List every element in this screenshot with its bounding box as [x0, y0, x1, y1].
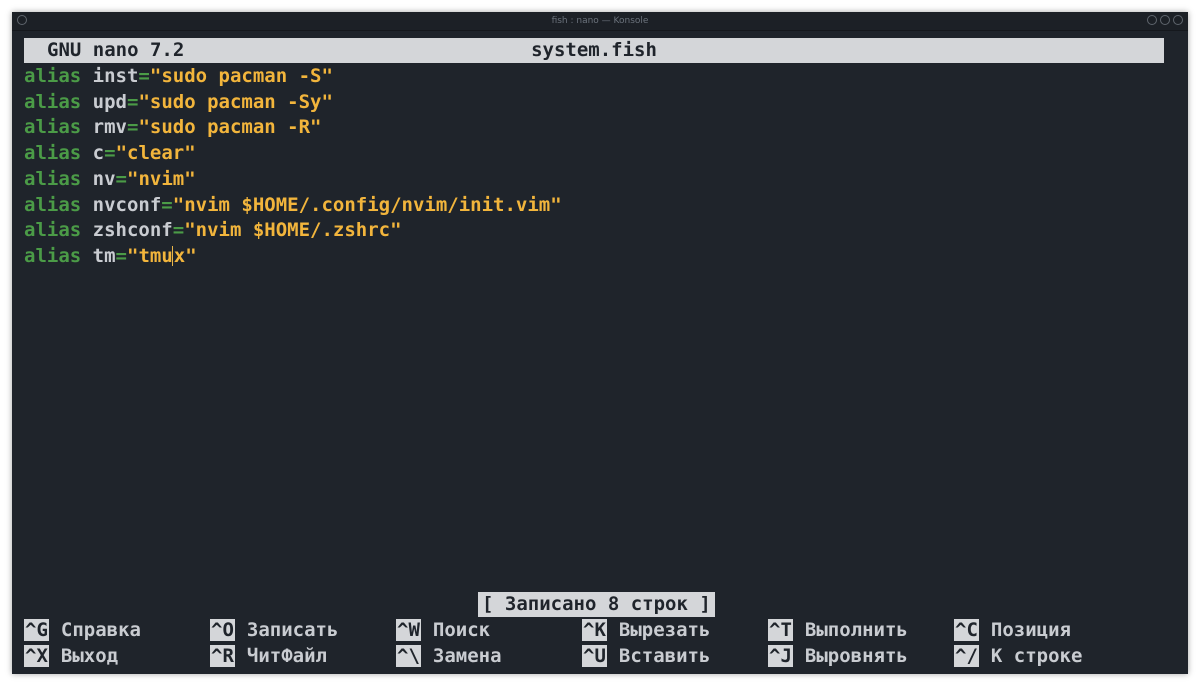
status-message: [ Записано 8 строк ]	[478, 592, 715, 617]
alias-value: "clear"	[115, 142, 196, 164]
shortcut-key: ^U	[582, 645, 607, 667]
shortcut-execute[interactable]: ^T Выполнить	[768, 618, 908, 643]
alias-value: "nvim"	[127, 168, 196, 190]
shortcut-key: ^W	[396, 619, 421, 641]
alias-name: rmv	[92, 116, 127, 138]
alias-value-after-cursor: x"	[173, 245, 197, 267]
shortcut-go-to-line[interactable]: ^/ К строке	[954, 644, 1082, 669]
shortcut-label: Поиск	[432, 619, 491, 641]
editor-line-4[interactable]: alias c="clear"	[24, 141, 196, 166]
shortcut-help[interactable]: ^G Справка	[24, 618, 141, 643]
alias-value-before-cursor: "tmu	[127, 245, 173, 267]
konsole-window: fish : nano — Konsole GNU nano 7.2 syste…	[12, 12, 1188, 674]
equals-sign: =	[115, 168, 127, 190]
close-icon[interactable]	[1173, 15, 1183, 25]
shortcut-read-file[interactable]: ^R ЧитФайл	[210, 644, 327, 669]
shortcut-key: ^J	[768, 645, 793, 667]
window-titlebar[interactable]: fish : nano — Konsole	[12, 12, 1188, 31]
equals-sign: =	[104, 142, 116, 164]
shortcut-search[interactable]: ^W Поиск	[396, 618, 490, 643]
alias-name: nv	[92, 168, 116, 190]
shortcut-label: Справка	[60, 619, 141, 641]
shortcut-key: ^\	[396, 645, 421, 667]
nano-title-bar: GNU nano 7.2 system.fish	[24, 38, 1164, 63]
alias-name: nvconf	[92, 194, 162, 216]
alias-name: zshconf	[92, 219, 173, 241]
shortcut-label: Замена	[432, 645, 502, 667]
shortcut-label: ЧитФайл	[246, 645, 327, 667]
alias-keyword: alias	[24, 65, 82, 87]
shortcut-label: Вставить	[618, 645, 711, 667]
equals-sign: =	[172, 219, 185, 241]
shortcut-key: ^G	[24, 619, 49, 641]
terminal-area[interactable]: GNU nano 7.2 system.fish alias inst="sud…	[24, 38, 1164, 668]
equals-sign: =	[126, 91, 139, 113]
shortcut-key: ^O	[210, 619, 235, 641]
shortcut-location[interactable]: ^C Позиция	[954, 618, 1071, 643]
editor-line-8[interactable]: alias tm="tmux"	[24, 244, 197, 269]
alias-name: c	[92, 142, 105, 164]
shortcut-key: ^T	[768, 619, 793, 641]
equals-sign: =	[126, 116, 139, 138]
alias-value: "nvim $HOME/.zshrc"	[184, 219, 402, 241]
file-name: system.fish	[531, 39, 657, 61]
shortcut-exit[interactable]: ^X Выход	[24, 644, 118, 669]
alias-keyword: alias	[24, 91, 82, 113]
alias-name: inst	[92, 65, 139, 87]
equals-sign: =	[115, 245, 127, 267]
shortcut-label: Позиция	[990, 619, 1071, 641]
alias-keyword: alias	[24, 219, 82, 241]
equals-sign: =	[161, 194, 173, 216]
shortcut-replace[interactable]: ^\ Замена	[396, 644, 502, 669]
shortcut-cut[interactable]: ^K Вырезать	[582, 618, 710, 643]
alias-value: "sudo pacman -Sy"	[138, 91, 333, 113]
alias-name: upd	[92, 91, 127, 113]
text-cursor	[171, 246, 173, 266]
alias-name: tm	[92, 245, 116, 267]
alias-keyword: alias	[24, 116, 82, 138]
shortcut-key: ^K	[582, 619, 607, 641]
shortcut-paste[interactable]: ^U Вставить	[582, 644, 710, 669]
editor-line-6[interactable]: alias nvconf="nvim $HOME/.config/nvim/in…	[24, 193, 562, 218]
alias-value: "sudo pacman -S"	[149, 65, 333, 87]
shortcut-label: Записать	[246, 619, 339, 641]
shortcut-label: Выполнить	[804, 619, 908, 641]
alias-value: "sudo pacman -R"	[138, 116, 322, 138]
shortcut-label: Выровнять	[804, 645, 908, 667]
shortcut-key: ^/	[954, 645, 979, 667]
shortcut-key: ^C	[954, 619, 979, 641]
editor-line-3[interactable]: alias rmv="sudo pacman -R"	[24, 115, 321, 140]
shortcut-label: Выход	[60, 645, 119, 667]
shortcut-justify[interactable]: ^J Выровнять	[768, 644, 908, 669]
editor-line-7[interactable]: alias zshconf="nvim $HOME/.zshrc"	[24, 218, 402, 243]
alias-keyword: alias	[24, 168, 82, 190]
alias-value: "nvim $HOME/.config/nvim/init.vim"	[172, 194, 562, 216]
alias-keyword: alias	[24, 245, 82, 267]
equals-sign: =	[138, 65, 150, 87]
editor-line-2[interactable]: alias upd="sudo pacman -Sy"	[24, 90, 333, 115]
alias-keyword: alias	[24, 194, 82, 216]
minimize-icon[interactable]	[1147, 15, 1157, 25]
shortcut-key: ^R	[210, 645, 235, 667]
editor-line-5[interactable]: alias nv="nvim"	[24, 167, 196, 192]
shortcut-label: Вырезать	[618, 619, 711, 641]
maximize-icon[interactable]	[1160, 15, 1170, 25]
shortcut-write[interactable]: ^O Записать	[210, 618, 338, 643]
window-title: fish : nano — Konsole	[551, 16, 649, 26]
editor-line-1[interactable]: alias inst="sudo pacman -S"	[24, 64, 333, 89]
alias-keyword: alias	[24, 142, 82, 164]
shortcut-label: К строке	[990, 645, 1083, 667]
shortcut-key: ^X	[24, 645, 49, 667]
